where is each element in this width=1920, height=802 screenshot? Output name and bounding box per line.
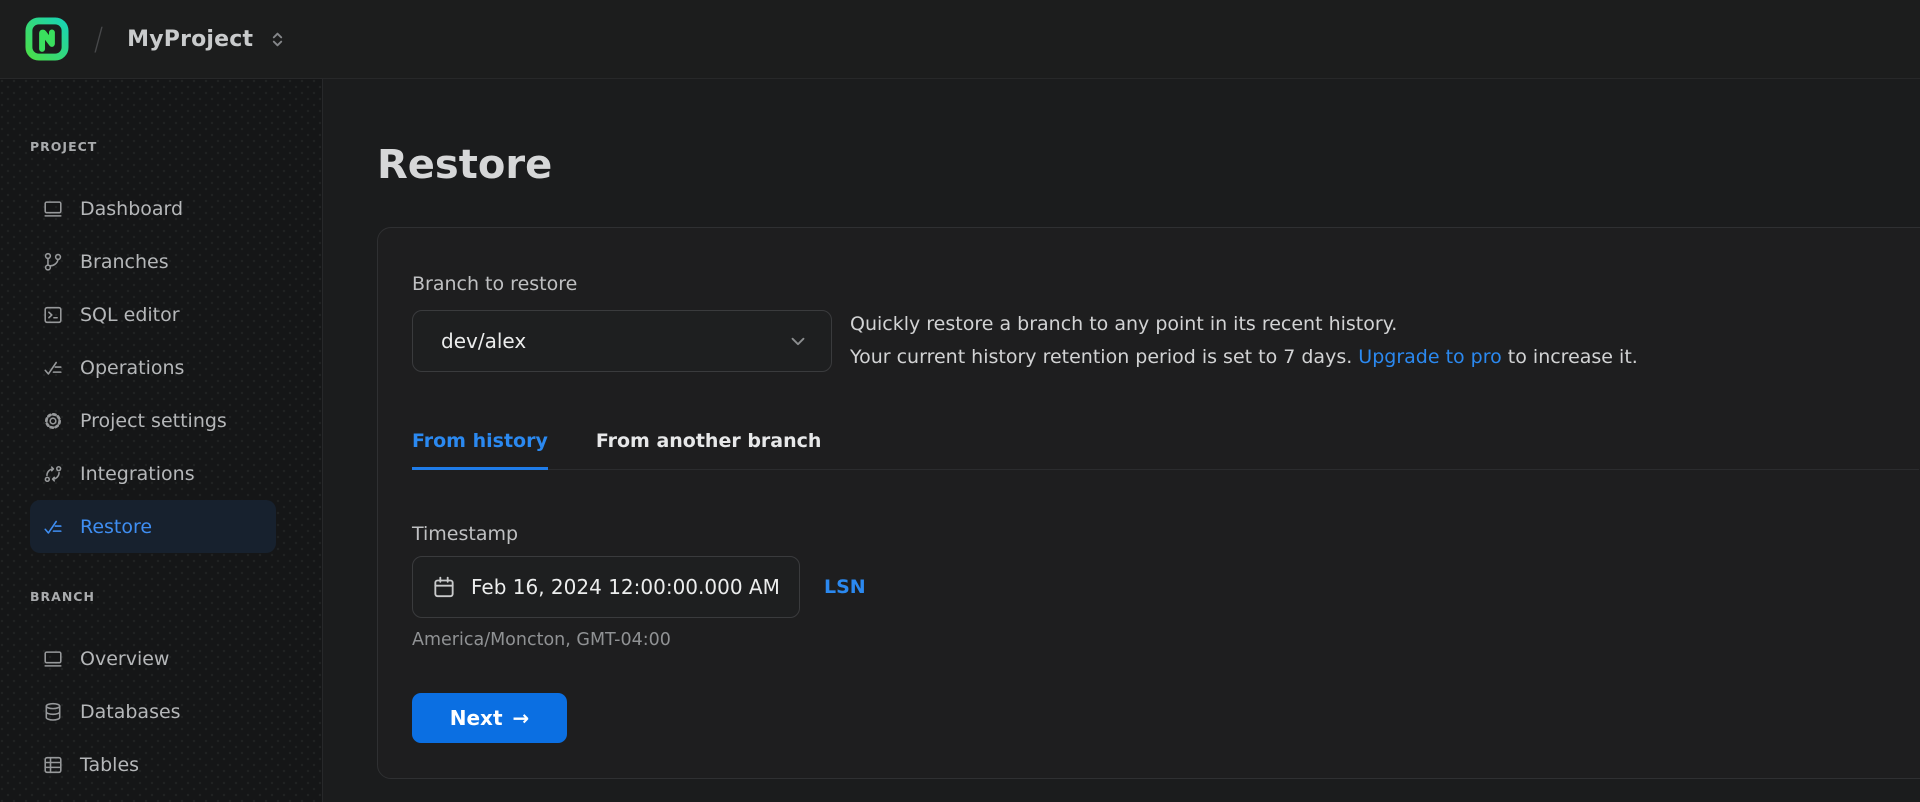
git-branch-icon bbox=[44, 252, 62, 271]
sidebar-item-label: Restore bbox=[80, 515, 153, 538]
tab-from-history[interactable]: From history bbox=[412, 398, 548, 470]
next-button-label: Next bbox=[449, 706, 503, 730]
checklist-icon bbox=[44, 361, 62, 375]
window-icon bbox=[44, 650, 62, 667]
integrations-icon bbox=[44, 465, 62, 482]
branch-select-value: dev/alex bbox=[441, 329, 527, 353]
branch-select[interactable]: dev/alex bbox=[412, 310, 832, 372]
project-name[interactable]: MyProject bbox=[127, 27, 253, 52]
timestamp-value: Feb 16, 2024 12:00:00.000 AM bbox=[471, 575, 780, 599]
sidebar-item-label: Branches bbox=[80, 250, 169, 273]
restore-description: Quickly restore a branch to any point in… bbox=[850, 308, 1638, 374]
sidebar-item-sql-editor[interactable]: SQL editor bbox=[30, 288, 276, 341]
timestamp-input[interactable]: Feb 16, 2024 12:00:00.000 AM bbox=[412, 556, 800, 618]
sidebar-item-overview[interactable]: Overview bbox=[30, 632, 276, 685]
project-switcher[interactable] bbox=[269, 31, 286, 48]
table-icon bbox=[44, 756, 62, 773]
section-label-branch: BRANCH bbox=[30, 589, 95, 604]
section-label-project: PROJECT bbox=[30, 139, 98, 154]
sidebar-item-label: Project settings bbox=[80, 409, 227, 432]
sidebar-item-label: Overview bbox=[80, 647, 170, 670]
sidebar-item-databases[interactable]: Databases bbox=[30, 685, 276, 738]
timestamp-label: Timestamp bbox=[412, 523, 519, 545]
timezone-text: America/Moncton, GMT-04:00 bbox=[412, 630, 671, 650]
sidebar-item-label: Operations bbox=[80, 356, 185, 379]
sidebar-item-label: Integrations bbox=[80, 462, 195, 485]
description-line2: Your current history retention period is… bbox=[850, 346, 1359, 368]
timestamp-row: Feb 16, 2024 12:00:00.000 AM LSN bbox=[412, 556, 1919, 618]
gear-icon bbox=[45, 412, 61, 429]
restore-checklist-icon bbox=[44, 520, 62, 534]
restore-tabs: From history From another branch bbox=[412, 398, 1919, 470]
branch-select-row: dev/alex Quickly restore a branch to any… bbox=[412, 308, 1919, 374]
arrow-right-icon: → bbox=[512, 706, 530, 730]
sidebar-item-project-settings[interactable]: Project settings bbox=[30, 394, 276, 447]
sidebar-item-label: Databases bbox=[80, 700, 181, 723]
chevron-updown-icon bbox=[273, 32, 283, 46]
sidebar-item-dashboard[interactable]: Dashboard bbox=[30, 182, 276, 235]
sidebar-item-integrations[interactable]: Integrations bbox=[30, 447, 276, 500]
sidebar-item-restore[interactable]: Restore bbox=[30, 500, 276, 553]
lsn-link[interactable]: LSN bbox=[824, 576, 866, 598]
tab-from-another-branch[interactable]: From another branch bbox=[596, 398, 822, 470]
branch-select-label: Branch to restore bbox=[412, 273, 578, 295]
description-line1: Quickly restore a branch to any point in… bbox=[850, 313, 1398, 335]
breadcrumb-separator: / bbox=[94, 21, 104, 57]
main-content: Restore Branch to restore dev/alex Quick… bbox=[323, 79, 1920, 802]
sidebar-item-operations[interactable]: Operations bbox=[30, 341, 276, 394]
description-line2-after: to increase it. bbox=[1501, 346, 1638, 368]
top-bar: / MyProject bbox=[0, 0, 1920, 79]
sidebar-item-label: SQL editor bbox=[80, 303, 180, 326]
sidebar-item-label: Dashboard bbox=[80, 197, 184, 220]
sidebar-item-tables[interactable]: Tables bbox=[30, 738, 276, 791]
upgrade-to-pro-link[interactable]: Upgrade to pro bbox=[1358, 346, 1501, 368]
sidebar-item-label: Tables bbox=[80, 753, 140, 776]
terminal-icon bbox=[44, 306, 62, 323]
chevron-down-icon bbox=[791, 337, 805, 346]
sidebar: PROJECT Dashboard Branches SQL editor Op… bbox=[0, 79, 323, 802]
next-button[interactable]: Next → bbox=[412, 693, 567, 743]
window-icon bbox=[44, 200, 62, 217]
neon-logo[interactable] bbox=[24, 16, 70, 62]
calendar-icon bbox=[434, 576, 454, 598]
restore-card: Branch to restore dev/alex Quickly resto… bbox=[377, 227, 1920, 779]
page-title: Restore bbox=[377, 142, 553, 188]
database-icon bbox=[45, 702, 61, 721]
sidebar-item-branches[interactable]: Branches bbox=[30, 235, 276, 288]
